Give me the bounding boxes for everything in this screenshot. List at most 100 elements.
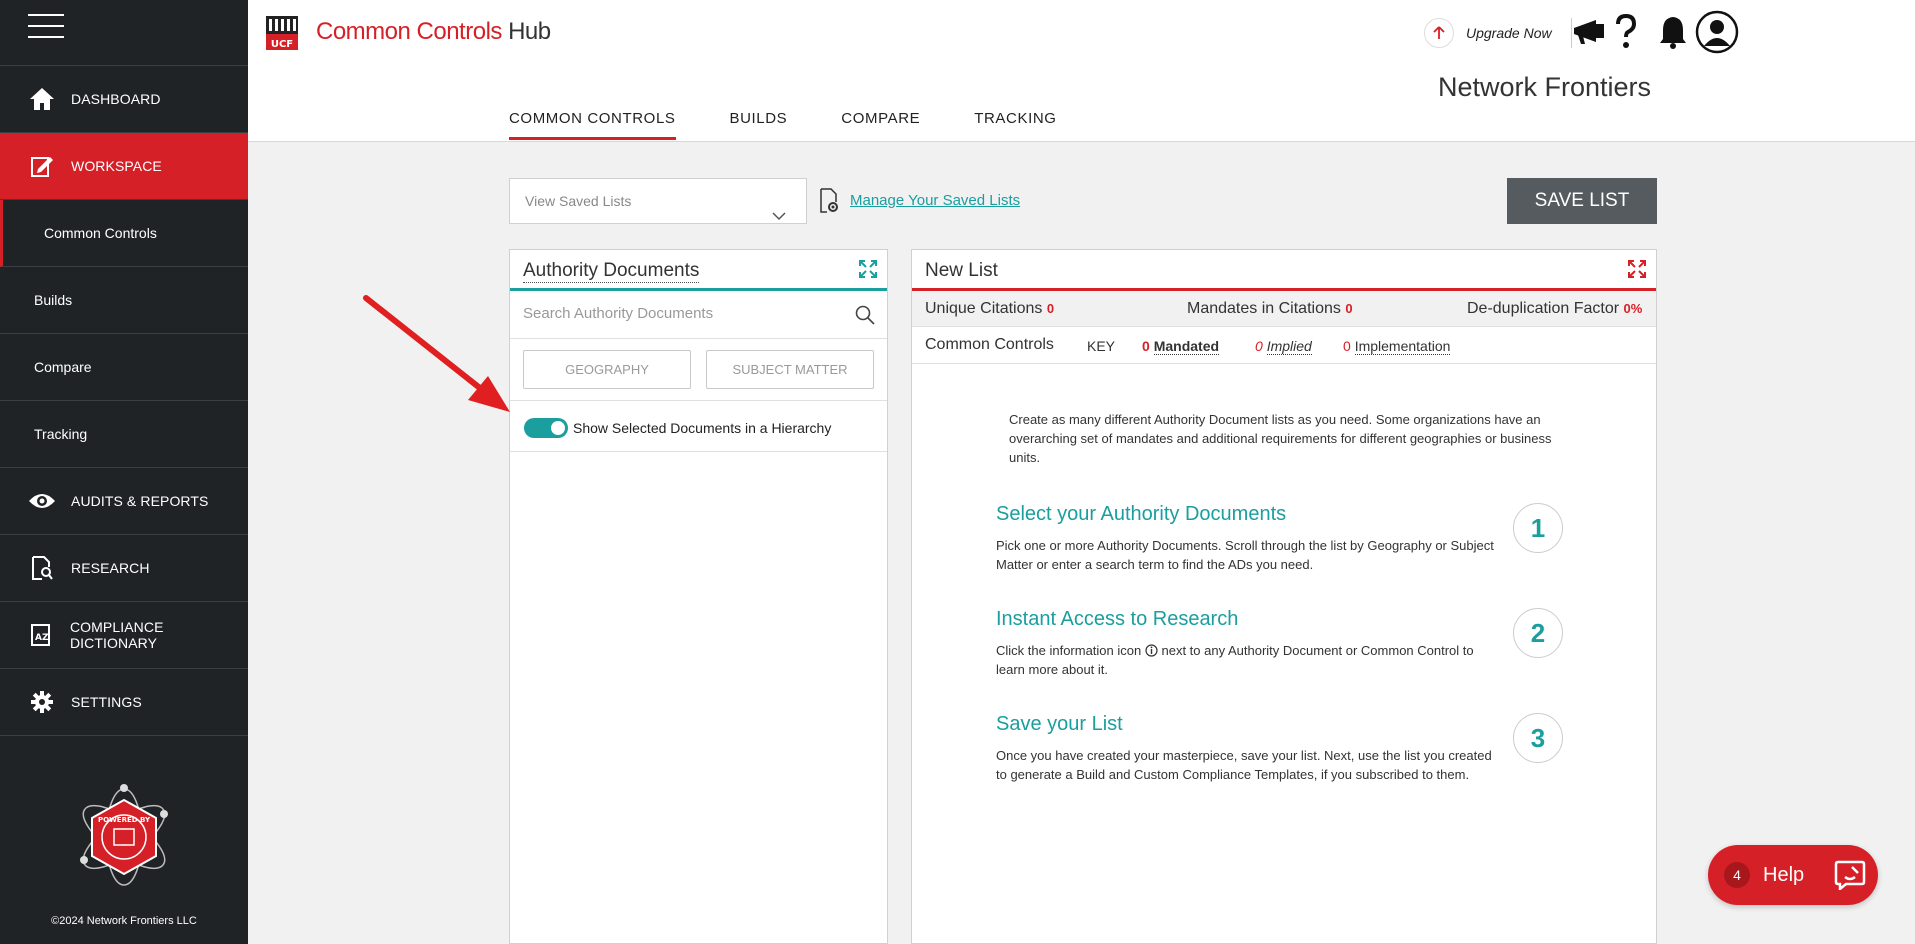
dedup-value: 0% [1623,301,1643,316]
manage-saved-lists-link[interactable]: Manage Your Saved Lists [850,192,1020,209]
implementation-label: Implementation [1354,338,1451,355]
authority-documents-panel: Authority Documents GEOGRAPHY SUBJECT MA… [509,249,888,944]
help-button[interactable]: 4 Help [1708,845,1878,905]
implied-key[interactable]: 0 Implied [1255,338,1312,355]
sidebar-item-builds[interactable]: Builds [0,267,248,334]
upgrade-arrow-icon[interactable] [1424,18,1454,48]
logo-text-hub: Hub [508,18,551,45]
key-label: KEY [1087,338,1116,354]
sidebar-item-label: Compare [34,359,92,375]
authority-search-input[interactable] [523,305,843,322]
mandated-key[interactable]: 0 Mandated [1142,338,1220,355]
edit-icon [27,151,57,181]
sidebar-item-label: AUDITS & REPORTS [71,493,209,509]
notification-bell-icon[interactable] [1658,14,1688,50]
step-2-number: 2 [1513,608,1563,658]
step-3-description: Once you have created your masterpiece, … [996,748,1492,782]
hierarchy-toggle-label: Show Selected Documents in a Hierarchy [573,420,832,436]
hierarchy-toggle[interactable] [524,418,568,438]
powered-by-badge-icon: POWERED BY [72,782,176,892]
research-icon [27,553,57,583]
svg-text:AZ: AZ [35,633,49,643]
help-count-badge: 4 [1724,862,1750,888]
mandated-label: Mandated [1153,338,1220,355]
app-logo-text[interactable]: Common Controls Hub [316,18,551,46]
sidebar-item-label: Common Controls [44,225,157,241]
authority-documents-title[interactable]: Authority Documents [523,260,700,283]
implied-label: Implied [1266,338,1312,355]
authority-documents-search [510,291,887,339]
step-1-number: 1 [1513,503,1563,553]
company-name: Network Frontiers [1438,72,1652,102]
citation-stats: Unique Citations 0 Mandates in Citations… [912,291,1656,327]
subject-matter-filter-button[interactable]: SUBJECT MATTER [706,350,874,389]
toggle-knob [551,421,565,435]
unique-citations-label: Unique Citations [925,300,1043,317]
step-2-title: Instant Access to Research [996,608,1239,630]
ucf-logo-icon[interactable]: UCF [266,16,298,50]
collapse-icon[interactable] [1628,260,1646,283]
eye-icon [27,486,57,516]
saved-lists-select[interactable]: View Saved Lists [509,178,807,224]
step-2-desc-part-a: Click the information icon [996,643,1142,658]
search-icon[interactable] [855,305,875,330]
manage-lists-document-icon[interactable] [818,188,840,219]
sidebar-item-tracking[interactable]: Tracking [0,401,248,468]
mandates-value: 0 [1345,301,1353,316]
new-list-title: New List [925,260,998,281]
upgrade-now-link[interactable]: Upgrade Now [1466,25,1552,41]
implied-count: 0 [1255,338,1263,354]
home-icon [27,84,57,114]
sidebar-top [0,0,248,66]
new-list-panel: New List Unique Citations 0 Mandates in … [911,249,1657,944]
new-list-header: New List [912,250,1656,291]
svg-text:POWERED BY: POWERED BY [98,816,151,824]
expand-icon[interactable] [859,260,877,283]
dedup-stat: De-duplication Factor 0% [1467,300,1642,318]
tab-common-controls[interactable]: COMMON CONTROLS [509,110,676,140]
implementation-key[interactable]: 0 Implementation [1343,338,1451,355]
sidebar-item-common-controls[interactable]: Common Controls [0,200,248,267]
intro-text: Create as many different Authority Docum… [1009,412,1552,465]
sidebar-item-label: Builds [34,292,73,308]
help-question-icon[interactable] [1614,14,1638,50]
main-tabs: COMMON CONTROLS BUILDS COMPARE TRACKING [509,110,1111,140]
sidebar-item-research[interactable]: RESEARCH [0,535,248,602]
mandated-count: 0 [1142,338,1150,354]
announcement-megaphone-icon[interactable] [1570,14,1608,50]
save-list-button[interactable]: SAVE LIST [1507,178,1657,224]
sidebar-item-dashboard[interactable]: DASHBOARD [0,66,248,133]
authority-filters: GEOGRAPHY SUBJECT MATTER [510,339,887,401]
implementation-count: 0 [1343,338,1351,354]
common-controls-label: Common Controls [925,336,1054,353]
sidebar-item-workspace[interactable]: WORKSPACE [0,133,248,200]
help-label: Help [1763,864,1805,886]
sidebar-item-compare[interactable]: Compare [0,334,248,401]
unique-citations-stat: Unique Citations 0 [925,300,1054,318]
help-chat-icon [1834,860,1866,895]
sidebar-item-label: SETTINGS [71,694,142,710]
tab-compare[interactable]: COMPARE [841,110,920,140]
chevron-down-icon [772,194,786,238]
step-1-title: Select your Authority Documents [996,503,1287,525]
hamburger-menu-icon[interactable] [28,14,64,42]
common-controls-key: Common Controls KEY 0 Mandated 0 Implied… [912,327,1656,364]
sidebar-item-label: WORKSPACE [71,158,162,174]
hierarchy-toggle-row: Show Selected Documents in a Hierarchy [510,401,887,452]
logo-text-main: Common Controls [316,18,502,45]
step-1-description: Pick one or more Authority Documents. Sc… [996,538,1494,572]
annotation-arrow-icon [363,295,510,412]
sidebar-item-compliance-dictionary[interactable]: AZ COMPLIANCE DICTIONARY [0,602,248,669]
user-avatar-icon[interactable] [1695,10,1739,54]
sidebar-item-audits-reports[interactable]: AUDITS & REPORTS [0,468,248,535]
step-3-number: 3 [1513,713,1563,763]
tab-builds[interactable]: BUILDS [730,110,788,140]
geography-filter-button[interactable]: GEOGRAPHY [523,350,691,389]
sidebar-item-settings[interactable]: SETTINGS [0,669,248,736]
sidebar-item-label: COMPLIANCE DICTIONARY [69,619,164,651]
dictionary-icon: AZ [27,620,56,650]
unique-citations-value: 0 [1046,301,1055,316]
sidebar-item-label: RESEARCH [71,560,150,576]
tab-tracking[interactable]: TRACKING [974,110,1056,140]
saved-lists-placeholder: View Saved Lists [525,193,632,209]
